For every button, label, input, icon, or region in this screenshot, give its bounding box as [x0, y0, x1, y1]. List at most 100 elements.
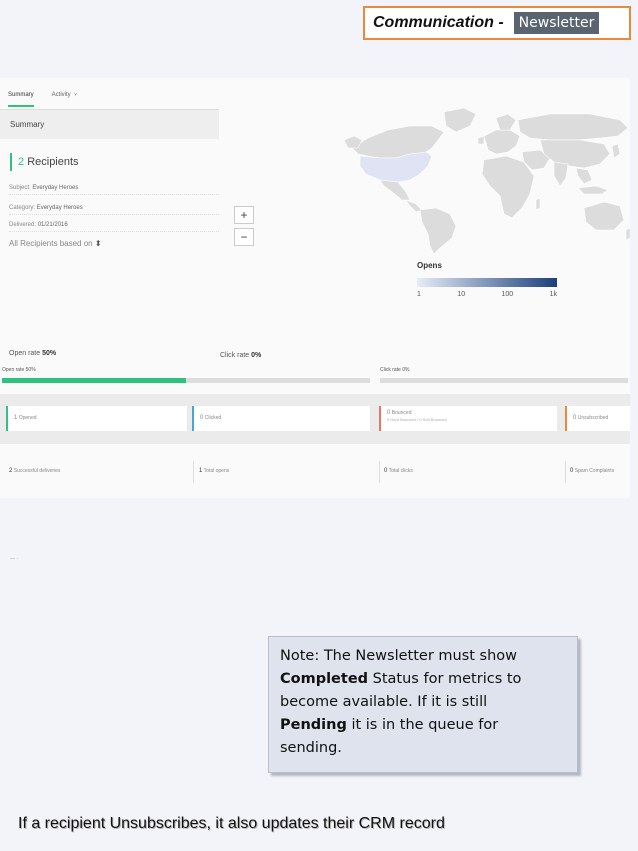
subject-label: Subject: — [9, 185, 31, 191]
open-rate-value: 50% — [42, 350, 57, 357]
note-bold-completed: Completed — [280, 671, 369, 687]
recipients-label: Recipients — [27, 156, 79, 168]
stat-label: Unsubscribed — [577, 415, 609, 421]
stat-label: Bounced — [391, 410, 412, 416]
click-rate-text: Click rate — [220, 352, 250, 359]
delivered-value: 01/21/2016 — [37, 222, 68, 228]
delivered-label: Delivered: — [9, 222, 37, 228]
delivery-total-opens: 1 Total opens — [199, 468, 229, 474]
tab-bar: Summary Activity ˅ — [8, 92, 77, 107]
recipients-filter-dropdown[interactable]: All Recipients based on ⬍ — [9, 239, 102, 248]
map-africa — [481, 155, 535, 219]
map-europe — [483, 129, 521, 155]
tab-activity[interactable]: Activity ˅ — [52, 92, 77, 107]
map-greenland — [443, 107, 477, 133]
page-title-box: Communication - Newsletter — [363, 6, 631, 40]
click-rate-small-text: Click rate — [380, 367, 401, 373]
opens-legend-title: Opens — [417, 261, 442, 270]
legend-tick: 100 — [501, 291, 514, 298]
open-rate-small-value: 50% — [25, 367, 36, 373]
open-rate-bar — [2, 378, 370, 383]
stat-card-clicked: 0 Clicked — [192, 406, 370, 431]
map-canada — [351, 125, 445, 159]
subject-row: Subject: Everyday Heroes — [9, 182, 219, 195]
map-indonesia — [577, 185, 609, 195]
delivery-value: 0 — [384, 468, 388, 474]
newsletter-report-panel: Summary Activity ˅ Summary 2 Recipients … — [0, 78, 630, 498]
click-rate-small-label: Click rate 0% — [380, 367, 409, 373]
category-value: Everyday Heroes — [36, 205, 83, 211]
delivery-value: 1 — [199, 468, 203, 474]
tab-activity-label: Activity — [51, 92, 71, 98]
map-russia — [517, 113, 629, 141]
recipients-count: 2 Recipients — [10, 153, 79, 171]
stat-label: Clicked — [204, 415, 222, 421]
tab-summary[interactable]: Summary — [8, 92, 34, 107]
delivery-successful: 2 Successful deliveries — [9, 468, 60, 474]
opens-legend: Opens 1 10 100 1k — [417, 261, 557, 298]
note-line: sending. — [280, 740, 342, 756]
delivery-value: 0 — [570, 468, 574, 474]
map-australia — [583, 201, 625, 231]
map-south-america — [419, 207, 457, 255]
zoom-in-button[interactable]: + — [234, 206, 254, 224]
stat-card-opened: 1 Opened — [6, 406, 187, 431]
map-uk — [477, 135, 485, 145]
category-label: Category: — [9, 205, 36, 211]
stat-card-bounced: 0 Bounced 0 Hard Bounced / 0 Soft Bounce… — [379, 406, 557, 431]
note-box: Note: The Newsletter must show Completed… — [268, 636, 578, 773]
divider — [193, 461, 194, 483]
page-title: Communication - — [373, 14, 504, 31]
open-rate-bar-fill — [2, 378, 186, 383]
map-japan — [611, 143, 621, 159]
summary-header: Summary — [0, 109, 219, 139]
divider — [379, 461, 380, 483]
map-central-america — [405, 199, 423, 213]
opens-gradient-bar — [417, 278, 557, 287]
map-mexico — [379, 179, 411, 201]
stat-value: 0 — [200, 415, 204, 421]
map-se-asia — [575, 167, 593, 185]
note-line: Note: The Newsletter must show — [280, 648, 518, 664]
open-rate-label: Open rate 50% — [9, 350, 56, 357]
map-nz — [625, 227, 630, 241]
legend-tick: 10 — [457, 291, 466, 298]
tiny-mark: — · — [10, 556, 19, 562]
recipients-number: 2 — [18, 156, 25, 168]
stat-card-unsubscribed: 0 Unsubscribed — [565, 406, 630, 431]
open-rate-small-text: Open rate — [2, 367, 25, 373]
stat-sublabel: 0 Hard Bounced / 0 Soft Bounced — [387, 417, 447, 422]
stat-value: 1 — [14, 415, 18, 421]
sort-icon: ⬍ — [94, 239, 102, 248]
opens-legend-ticks: 1 10 100 1k — [417, 291, 557, 298]
stat-label: Opened — [18, 415, 37, 421]
zoom-out-button[interactable]: − — [234, 228, 254, 246]
note-text: Status for metrics to — [368, 671, 522, 687]
chevron-down-icon: ˅ — [72, 92, 77, 98]
note-line: Pending it is in the queue for — [280, 714, 569, 737]
newsletter-badge: Newsletter — [513, 12, 600, 34]
note-bold-pending: Pending — [280, 717, 347, 733]
delivery-label: Spam Complaints — [574, 468, 615, 474]
based-on-label: All Recipients based on — [9, 239, 93, 248]
legend-tick: 1 — [417, 291, 421, 298]
click-rate-bar — [380, 378, 628, 383]
click-rate-small-value: 0% — [402, 367, 410, 373]
delivery-label: Total clicks — [388, 468, 413, 474]
note-line: become available. If it is still — [280, 694, 488, 710]
note-line: Completed Status for metrics to — [280, 668, 569, 691]
delivery-label: Total opens — [203, 468, 230, 474]
stat-value: 0 — [573, 415, 577, 421]
open-rate-small-label: Open rate 50% — [2, 367, 36, 373]
stat-value: 0 — [387, 410, 391, 416]
map-scandinavia — [495, 113, 517, 131]
delivered-row: Delivered: 01/21/2016 — [9, 219, 219, 232]
click-rate-label: Click rate 0% — [220, 352, 261, 359]
divider — [565, 461, 566, 483]
note-text: it is in the queue for — [346, 717, 499, 733]
category-row: Category: Everyday Heroes — [9, 202, 219, 215]
world-map — [343, 107, 630, 255]
legend-tick: 1k — [549, 291, 557, 298]
map-madagascar — [535, 197, 541, 211]
footer-caption: If a recipient Unsubscribes, it also upd… — [18, 815, 445, 832]
